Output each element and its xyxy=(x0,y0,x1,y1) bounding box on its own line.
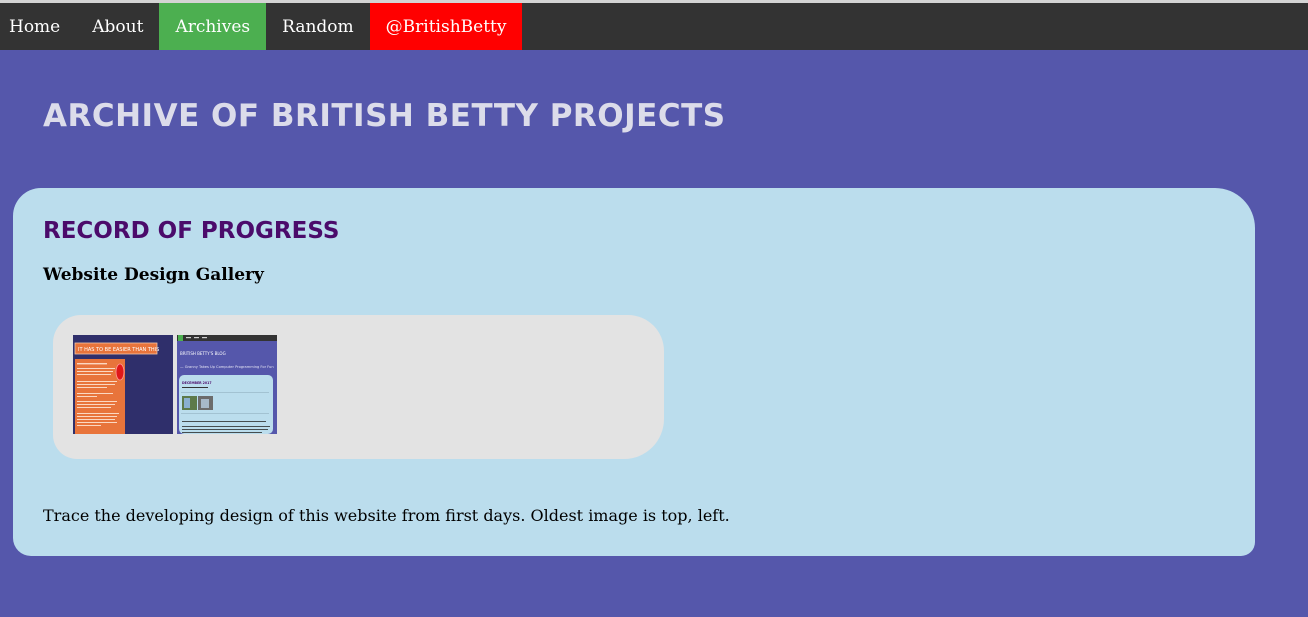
page-title: ARCHIVE OF BRITISH BETTY PROJECTS xyxy=(43,98,726,134)
thumbnail-subtitle: — Granny Takes Up Computer Programming F… xyxy=(180,365,274,369)
nav-twitter-link[interactable]: @BritishBetty xyxy=(369,3,523,50)
thumbnail-image: BRITISH BETTY'S BLOG — Granny Takes Up C… xyxy=(177,335,277,434)
thumbnail-title: IT HAS TO BE EASIER THAN THIS xyxy=(78,347,159,353)
nav-about-link[interactable]: About xyxy=(76,3,159,50)
section-title: RECORD OF PROGRESS xyxy=(43,218,340,244)
gallery-thumbnail-first-design[interactable]: IT HAS TO BE EASIER THAN THIS xyxy=(73,335,173,434)
thumbnail-image: IT HAS TO BE EASIER THAN THIS xyxy=(73,335,173,434)
gallery-thumbnail-second-design[interactable]: BRITISH BETTY'S BLOG — Granny Takes Up C… xyxy=(177,335,277,434)
top-navigation: Home About Archives Random @BritishBetty xyxy=(0,3,1308,50)
gallery-heading: Website Design Gallery xyxy=(43,265,264,285)
nav-archives-link[interactable]: Archives xyxy=(159,3,267,50)
nav-home-link[interactable]: Home xyxy=(0,3,76,50)
thumbnail-title: BRITISH BETTY'S BLOG xyxy=(180,351,226,356)
nav-random-link[interactable]: Random xyxy=(266,3,370,50)
content-panel: RECORD OF PROGRESS Website Design Galler… xyxy=(13,188,1255,556)
svg-text:DECEMBER 2017: DECEMBER 2017 xyxy=(182,381,212,385)
design-gallery: IT HAS TO BE EASIER THAN THIS BRITISH BE… xyxy=(53,315,664,459)
gallery-caption: Trace the developing design of this webs… xyxy=(43,506,730,525)
